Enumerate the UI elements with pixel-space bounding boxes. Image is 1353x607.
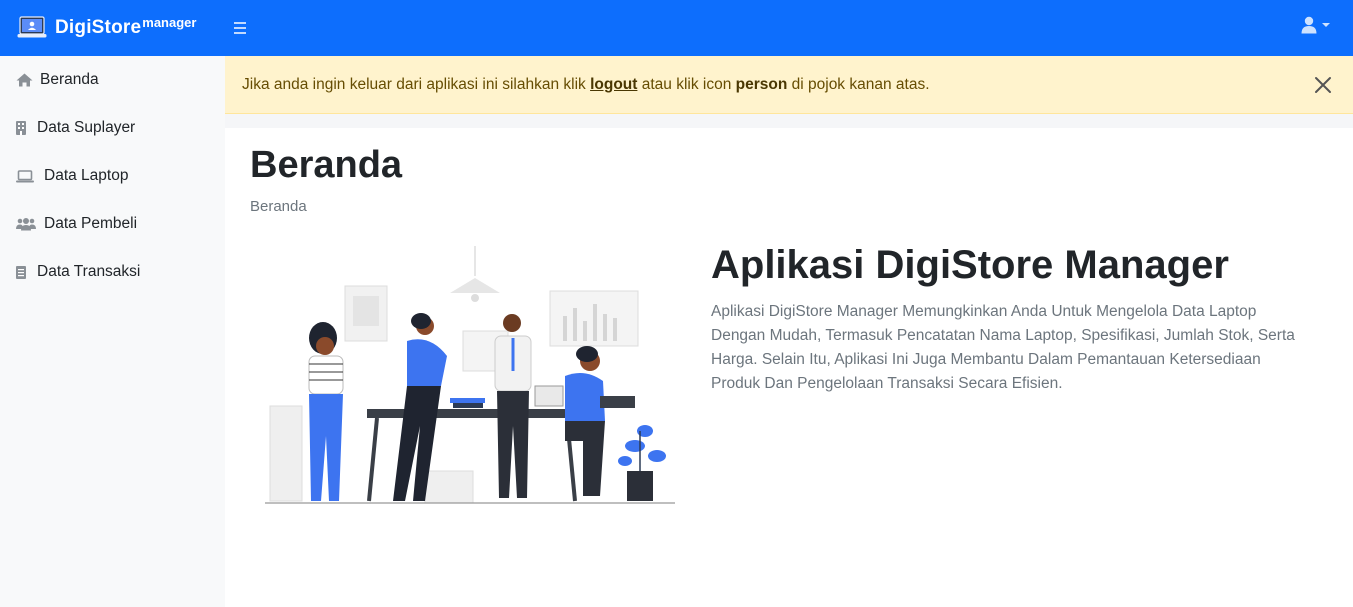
sidebar-item-label: Data Transaksi	[37, 263, 141, 280]
sidebar-item-beranda[interactable]: Beranda	[0, 56, 225, 104]
document-icon	[16, 265, 35, 279]
person-icon	[1301, 16, 1317, 34]
alert-text-after: di pojok kanan atas.	[787, 75, 930, 93]
brand-logo-link[interactable]: DigiStore manager	[0, 0, 225, 56]
sidebar-item-label: Data Laptop	[44, 167, 129, 184]
alert-person-word: person	[735, 75, 788, 93]
hero-title: Aplikasi DigiStore Manager	[711, 243, 1229, 287]
hero-description: Aplikasi DigiStore Manager Memungkinkan …	[711, 303, 1295, 392]
sidebar-item-label: Data Pembeli	[44, 215, 138, 232]
page-title: Beranda	[250, 144, 403, 186]
sidebar-item-data-suplayer[interactable]: Data Suplayer	[0, 104, 225, 152]
laptop-icon	[16, 169, 42, 183]
sidebar-item-label: Beranda	[40, 71, 99, 88]
laptop-logo-icon	[17, 16, 47, 38]
sidebar-item-label: Data Suplayer	[37, 119, 136, 136]
breadcrumb: Beranda	[250, 198, 307, 215]
alert-text-middle: atau klik icon	[637, 75, 736, 93]
content-card: Beranda Beranda Aplikasi DigiStore Manag…	[225, 128, 1353, 607]
brand-name: DigiStore	[55, 17, 142, 38]
alert-text-before: Jika anda ingin keluar dari aplikasi ini…	[242, 75, 591, 93]
home-icon	[16, 73, 38, 87]
sidebar-item-data-transaksi[interactable]: Data Transaksi	[0, 248, 225, 296]
team-meeting-illustration	[265, 246, 675, 504]
close-icon[interactable]	[1313, 75, 1333, 95]
menu-toggle-icon[interactable]	[232, 19, 248, 37]
sidebar-item-data-pembeli[interactable]: Data Pembeli	[0, 200, 225, 248]
building-icon	[16, 121, 35, 135]
brand-suffix: manager	[142, 14, 197, 30]
sidebar-item-data-laptop[interactable]: Data Laptop	[0, 152, 225, 200]
sidebar: Beranda Data Suplayer Data Laptop Data P…	[0, 56, 225, 607]
caret-down-icon	[1322, 23, 1330, 27]
user-dropdown-button[interactable]	[1301, 16, 1331, 34]
main-content: Jika anda ingin keluar dari aplikasi ini…	[225, 56, 1353, 607]
logout-link[interactable]: logout	[590, 76, 637, 94]
top-navbar: DigiStore manager	[0, 0, 1353, 56]
logout-alert: Jika anda ingin keluar dari aplikasi ini…	[225, 56, 1353, 114]
users-icon	[16, 217, 42, 231]
